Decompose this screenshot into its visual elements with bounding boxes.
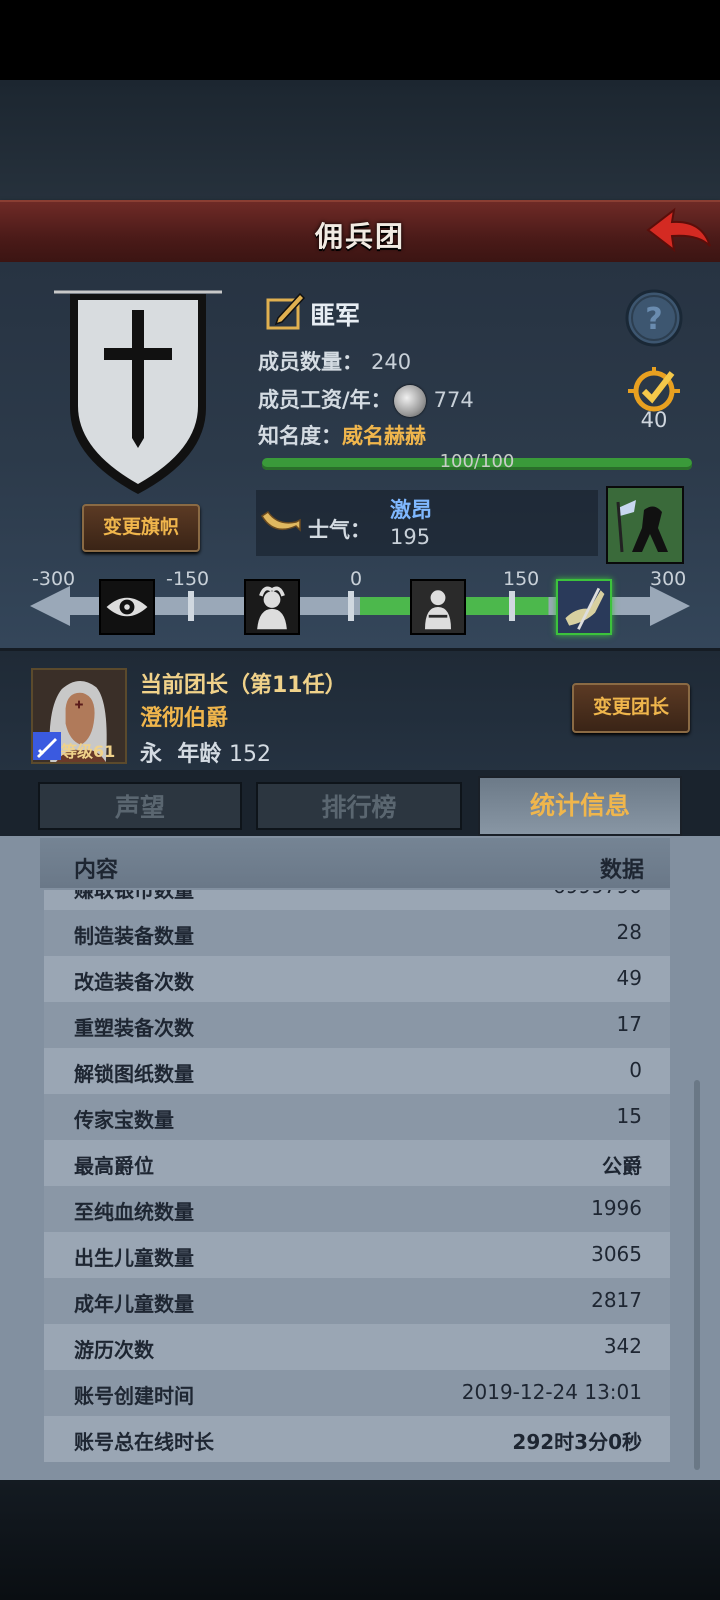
members-value: 240: [371, 350, 412, 374]
bottom-background: [0, 1480, 720, 1600]
stat-value: 1996: [591, 1196, 642, 1220]
stat-name: 传家宝数量: [74, 1108, 174, 1132]
stat-value: 6999790: [553, 890, 642, 898]
shield-banner-icon: [54, 290, 222, 494]
back-arrow-icon[interactable]: [644, 206, 714, 256]
fame-stat: 知名度：威名赫赫: [258, 420, 426, 450]
stat-name: 重塑装备次数: [74, 1016, 194, 1040]
stat-value: 28: [616, 920, 642, 944]
stat-name: 解锁图纸数量: [74, 1062, 194, 1086]
sword-class-icon: [33, 732, 61, 760]
stat-name: 游历次数: [74, 1338, 154, 1362]
morale-label: 士气：: [308, 518, 371, 542]
stat-row: 最高爵位 公爵: [44, 1140, 670, 1186]
commander-title: 当前团长（第11任）: [140, 673, 347, 698]
stat-row: 账号总在线时长 292时3分0秒: [44, 1416, 670, 1462]
page-title: 佣兵团: [314, 220, 405, 253]
stat-value: 2019-12-24 13:01: [461, 1380, 642, 1404]
stat-name: 改造装备次数: [74, 970, 194, 994]
top-background: [0, 80, 720, 200]
morale-value: 195: [390, 525, 431, 549]
charge-flag-icon[interactable]: [606, 486, 684, 564]
fame-label: 知名度：: [258, 424, 342, 448]
stat-name: 赚取银币数量: [74, 890, 194, 902]
age-value: 152: [229, 742, 271, 767]
stat-row: 出生儿童数量 3065: [44, 1232, 670, 1278]
stat-name: 至纯血统数量: [74, 1200, 194, 1224]
fame-progress-text: 100/100: [439, 451, 515, 472]
svg-text:?: ?: [645, 302, 662, 337]
stat-name: 制造装备数量: [74, 924, 194, 948]
tab-leaderboard[interactable]: 排行榜: [256, 782, 462, 830]
change-leader-button[interactable]: 变更团长: [572, 683, 690, 733]
stat-row: 解锁图纸数量 0: [44, 1048, 670, 1094]
stat-value: 3065: [591, 1242, 642, 1266]
wage-label: 成员工资/年：: [258, 388, 392, 412]
stat-value: 342: [603, 1334, 642, 1358]
stats-list[interactable]: 赚取银币数量 6999790 制造装备数量 28 改造装备次数 49 重塑装备次数 17…: [44, 890, 670, 1478]
morale-steady-icon: [410, 579, 466, 635]
stat-row: 改造装备次数 49: [44, 956, 670, 1002]
morale-broken-eye-icon: [99, 579, 155, 635]
stat-name: 账号总在线时长: [74, 1430, 214, 1454]
stats-scrollbar[interactable]: [694, 1080, 700, 1470]
stat-name: 最高爵位: [74, 1154, 154, 1178]
col-data-header: 数据: [599, 858, 644, 883]
stat-row: 传家宝数量 15: [44, 1094, 670, 1140]
stat-value: 公爵: [602, 1154, 642, 1178]
wage-value: 774: [433, 388, 474, 412]
commander-name: 澄彻伯爵: [140, 706, 229, 731]
stat-value: 17: [616, 1012, 642, 1036]
wage-stat: 成员工资/年： 774: [258, 384, 474, 417]
stat-name: 成年儿童数量: [74, 1292, 194, 1316]
morale-inspired-icon: [556, 579, 612, 635]
stat-row: 账号创建时间 2019-12-24 13:01: [44, 1370, 670, 1416]
stats-header: [40, 838, 670, 888]
status-bar-area: [0, 0, 720, 80]
stat-value: 292时3分0秒: [512, 1430, 642, 1454]
tab-reputation[interactable]: 声望: [38, 782, 242, 830]
stat-row: 游历次数 342: [44, 1324, 670, 1370]
help-question-icon[interactable]: ?: [624, 288, 684, 348]
edit-name-icon[interactable]: [266, 290, 306, 330]
morale-state: 激昂: [390, 498, 432, 522]
header-banner: 佣兵团: [0, 200, 720, 267]
horn-icon: [260, 510, 301, 532]
stat-value: 0: [629, 1058, 642, 1082]
tab-statistics[interactable]: 统计信息: [478, 776, 682, 836]
commander-level: 等级61: [61, 742, 116, 761]
stat-row: 制造装备数量 28: [44, 910, 670, 956]
stat-row: 至纯血统数量 1996: [44, 1186, 670, 1232]
members-stat: 成员数量： 240: [258, 346, 411, 376]
stat-name: 出生儿童数量: [74, 1246, 194, 1270]
members-label: 成员数量：: [258, 350, 363, 374]
stat-row: 赚取银币数量 6999790: [44, 890, 670, 910]
age-label: 永 年龄: [140, 742, 222, 767]
stat-row: 成年儿童数量 2817: [44, 1278, 670, 1324]
stat-value: 2817: [591, 1288, 642, 1312]
change-flag-button[interactable]: 变更旗帜: [82, 504, 200, 552]
stat-row: 重塑装备次数 17: [44, 1002, 670, 1048]
commander-age: 永 年龄 152: [140, 736, 271, 768]
group-name: 匪军: [310, 301, 361, 330]
silver-coin-icon: [393, 385, 426, 417]
stat-value: 49: [616, 966, 642, 990]
target-count: 40: [640, 408, 668, 432]
col-content-header: 内容: [74, 858, 119, 883]
stat-value: 15: [616, 1104, 642, 1128]
morale-despair-icon: [244, 579, 300, 635]
stat-name: 账号创建时间: [74, 1384, 194, 1408]
fame-value: 威名赫赫: [342, 424, 426, 448]
